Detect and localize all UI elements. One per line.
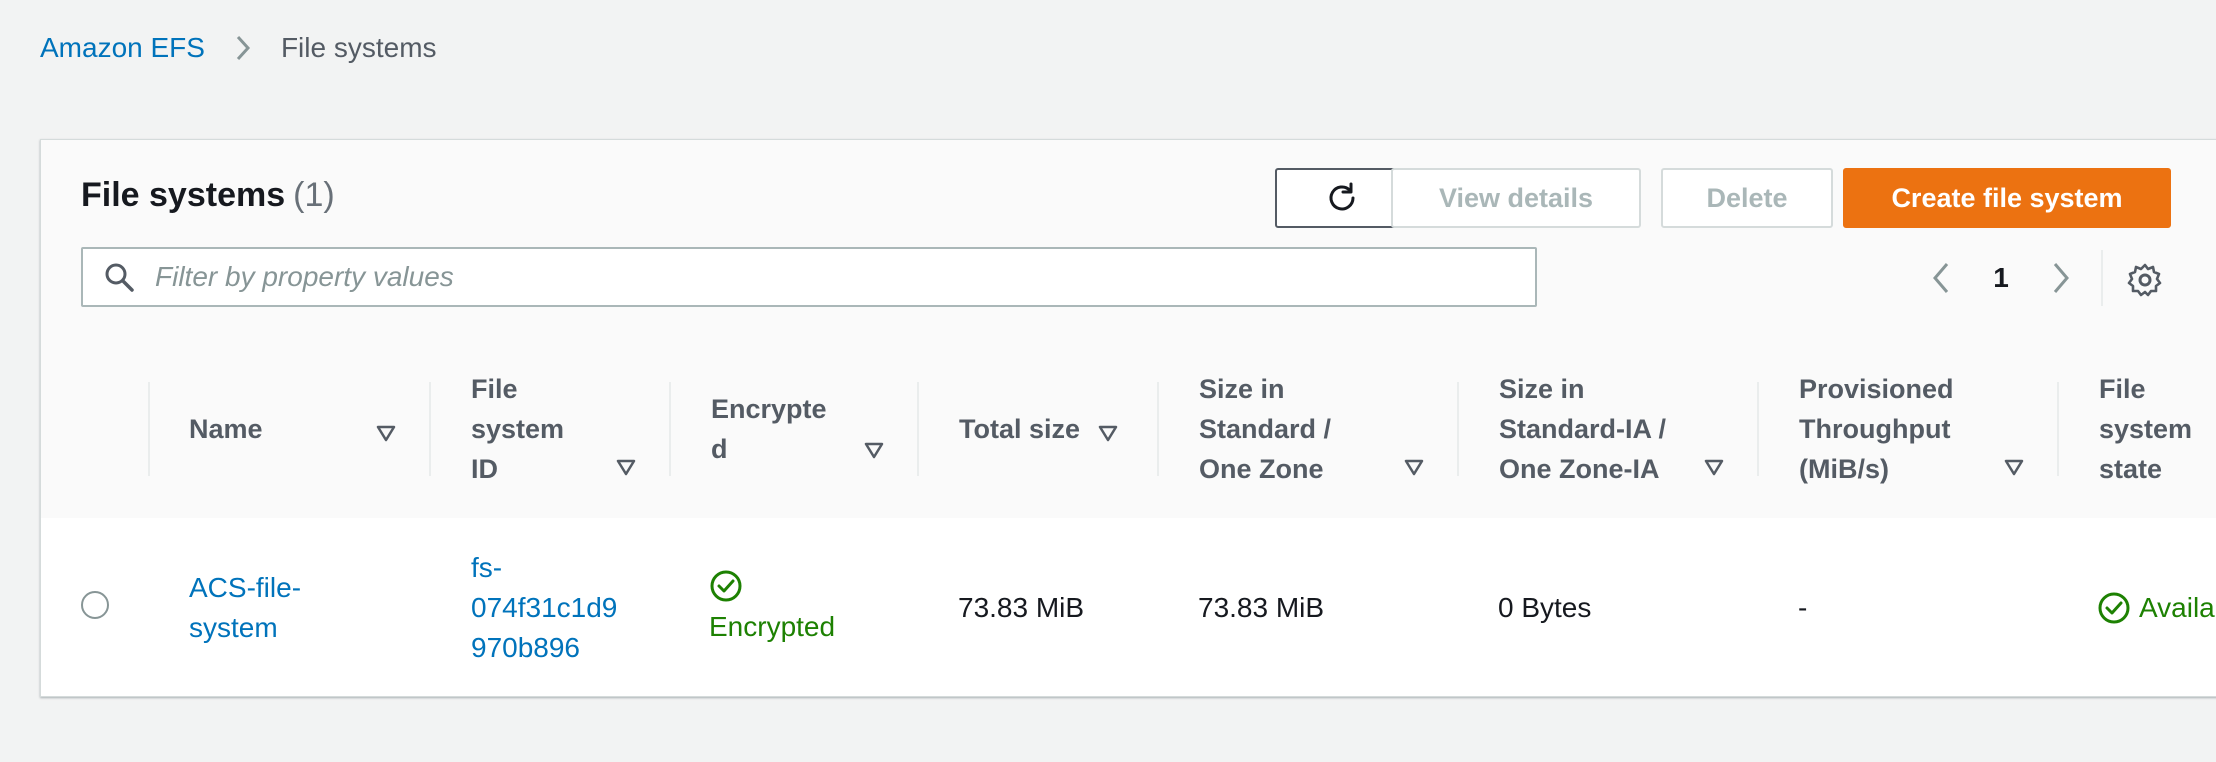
column-header-file-system-id[interactable]: File system ID bbox=[429, 340, 669, 518]
file-system-name-link[interactable]: ACS-file- system bbox=[189, 518, 419, 696]
column-header-name[interactable]: Name bbox=[189, 340, 429, 518]
panel-title: File systems bbox=[81, 176, 286, 214]
refresh-icon bbox=[1329, 182, 1355, 211]
column-header-provisioned-throughput[interactable]: Provisioned Throughput (MiB/s) bbox=[1757, 340, 2057, 518]
encrypted-label: Encrypted bbox=[709, 611, 836, 642]
create-file-system-button[interactable]: Create file system bbox=[1843, 168, 2171, 228]
preferences-button[interactable] bbox=[2123, 258, 2167, 302]
delete-button[interactable]: Delete bbox=[1661, 168, 1833, 228]
breadcrumb-amazon-efs[interactable]: Amazon EFS bbox=[40, 32, 205, 64]
caret-down-icon bbox=[1704, 459, 1724, 476]
view-details-button[interactable]: View details bbox=[1391, 168, 1641, 228]
pagination-prev-button[interactable] bbox=[1921, 258, 1961, 298]
panel-header: File systems (1) View details Delete Crea… bbox=[41, 140, 2216, 341]
chevron-left-icon bbox=[1933, 263, 1949, 293]
column-header-encrypted[interactable]: Encrypte d bbox=[669, 340, 917, 518]
gear-icon bbox=[2127, 263, 2162, 297]
refresh-button[interactable] bbox=[1275, 168, 1409, 228]
throughput-cell: - bbox=[1798, 592, 1808, 623]
status-badge: Available bbox=[2139, 592, 2216, 623]
chevron-right-icon bbox=[2053, 263, 2069, 293]
file-systems-panel: File systems (1) View details Delete Crea… bbox=[40, 139, 2216, 697]
column-header-size-standard[interactable]: Size in Standard / One Zone bbox=[1157, 340, 1457, 518]
pagination-page-1[interactable]: 1 bbox=[1981, 258, 2021, 298]
check-circle-icon bbox=[710, 570, 742, 602]
total-size-cell: 73.83 MiB bbox=[958, 592, 1085, 623]
table-header: Name File system ID Encrypte d Total siz… bbox=[41, 340, 2216, 519]
size-standard-cell: 73.83 MiB bbox=[1198, 592, 1325, 623]
caret-down-icon bbox=[2004, 459, 2024, 476]
encrypted-cell: Encrypted bbox=[669, 518, 949, 696]
divider bbox=[2101, 250, 2103, 306]
breadcrumb: Amazon EFS File systems bbox=[40, 28, 437, 68]
breadcrumb-current: File systems bbox=[280, 32, 437, 63]
column-header-size-standard-ia[interactable]: Size in Standard-IA / One Zone-IA bbox=[1457, 340, 1757, 518]
pagination-next-button[interactable] bbox=[2041, 258, 2081, 298]
caret-down-icon bbox=[616, 459, 636, 476]
caret-down-icon bbox=[1404, 459, 1424, 476]
chevron-right-icon bbox=[235, 34, 251, 62]
caret-down-icon bbox=[376, 425, 396, 442]
filter-input[interactable] bbox=[153, 260, 1507, 294]
panel-count: (1) bbox=[293, 176, 335, 214]
row-select-radio[interactable] bbox=[81, 591, 109, 619]
search-icon bbox=[103, 259, 139, 295]
caret-down-icon bbox=[864, 442, 884, 459]
column-header-file-system-state[interactable]: File system state bbox=[2057, 340, 2216, 518]
column-separator bbox=[148, 382, 150, 476]
file-system-id-link[interactable]: fs- 074f31c1d9 970b896 bbox=[471, 518, 661, 696]
check-circle-icon bbox=[2098, 592, 2130, 624]
caret-down-icon bbox=[1098, 425, 1118, 442]
column-header-total-size[interactable]: Total size bbox=[917, 340, 1157, 518]
size-standard-ia-cell: 0 Bytes bbox=[1498, 592, 1592, 623]
table-row: ACS-file- system fs- 074f31c1d9 970b896 … bbox=[41, 518, 2216, 696]
page-title: File systems (1) bbox=[81, 176, 335, 215]
state-cell: Available bbox=[2057, 518, 2216, 696]
filter-bar bbox=[81, 247, 1537, 307]
